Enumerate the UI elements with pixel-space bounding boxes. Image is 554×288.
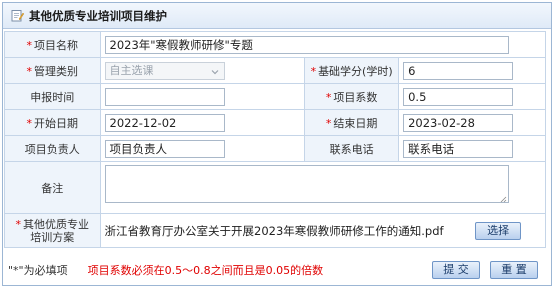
remark-textarea[interactable]	[104, 165, 509, 203]
row-remark: 备注	[4, 161, 546, 214]
coefficient-hint: 项目系数必须在0.5～0.8之间而且是0.05的倍数	[87, 264, 324, 277]
base-credit-label: * 基础学分(学时)	[304, 57, 400, 84]
category-label: * 管理类别	[4, 57, 101, 84]
apply-time-label: 申报时间	[4, 83, 101, 110]
row-dates: * 开始日期 2022-12-02 * 结束日期 2023-02-28	[4, 109, 546, 136]
end-date-label: * 结束日期	[304, 109, 400, 136]
resize-handle-icon[interactable]	[499, 193, 507, 203]
category-select[interactable]: 自主选课	[104, 61, 225, 80]
remark-label: 备注	[4, 161, 101, 214]
leader-label: 项目负责人	[4, 135, 101, 162]
plan-label: * 其他优质专业 培训方案	[4, 213, 101, 248]
project-name-input[interactable]: 2023年"寒假教师研修"专题	[104, 35, 509, 54]
project-form: * 项目名称 2023年"寒假教师研修"专题 * 管理类别 自主选课 * 基础学分(学…	[4, 31, 546, 248]
page-title: 其他优质专业培训项目维护	[29, 8, 167, 23]
chevron-down-icon	[210, 66, 220, 76]
footer-buttons: 提 交 重 置	[432, 261, 538, 279]
phone-label: 联系电话	[304, 135, 400, 162]
row-apply-time: 申报时间 * 项目系数 0.5	[4, 83, 546, 110]
base-credit-input[interactable]: 6	[403, 61, 514, 80]
project-name-label: * 项目名称	[4, 31, 101, 58]
coefficient-input[interactable]: 0.5	[403, 87, 514, 106]
panel-header: 其他优质专业培训项目维护	[3, 3, 551, 29]
leader-input[interactable]: 项目负责人	[104, 139, 225, 158]
row-contact: 项目负责人 项目负责人 联系电话 联系电话	[4, 135, 546, 162]
plan-file-name: 浙江省教育厅办公室关于开展2023年寒假教师研修工作的通知.pdf	[104, 223, 444, 238]
start-date-input[interactable]: 2022-12-02	[104, 113, 225, 132]
start-date-label: * 开始日期	[4, 109, 101, 136]
reset-button[interactable]: 重 置	[490, 261, 538, 279]
row-plan: * 其他优质专业 培训方案 浙江省教育厅办公室关于开展2023年寒假教师研修工作的…	[4, 213, 546, 248]
edit-note-icon	[11, 9, 25, 22]
row-category: * 管理类别 自主选课 * 基础学分(学时) 6	[4, 57, 546, 84]
form-footer: "*"为必填项 项目系数必须在0.5～0.8之间而且是0.05的倍数 提 交 重…	[4, 257, 546, 283]
required-legend: "*"为必填项	[8, 264, 68, 277]
submit-button[interactable]: 提 交	[432, 261, 480, 279]
apply-time-input[interactable]	[104, 87, 225, 106]
end-date-input[interactable]: 2023-02-28	[403, 113, 514, 132]
choose-file-button[interactable]: 选择	[475, 221, 522, 240]
row-project-name: * 项目名称 2023年"寒假教师研修"专题	[4, 31, 546, 58]
coefficient-label: * 项目系数	[304, 83, 400, 110]
phone-input[interactable]: 联系电话	[403, 139, 514, 158]
